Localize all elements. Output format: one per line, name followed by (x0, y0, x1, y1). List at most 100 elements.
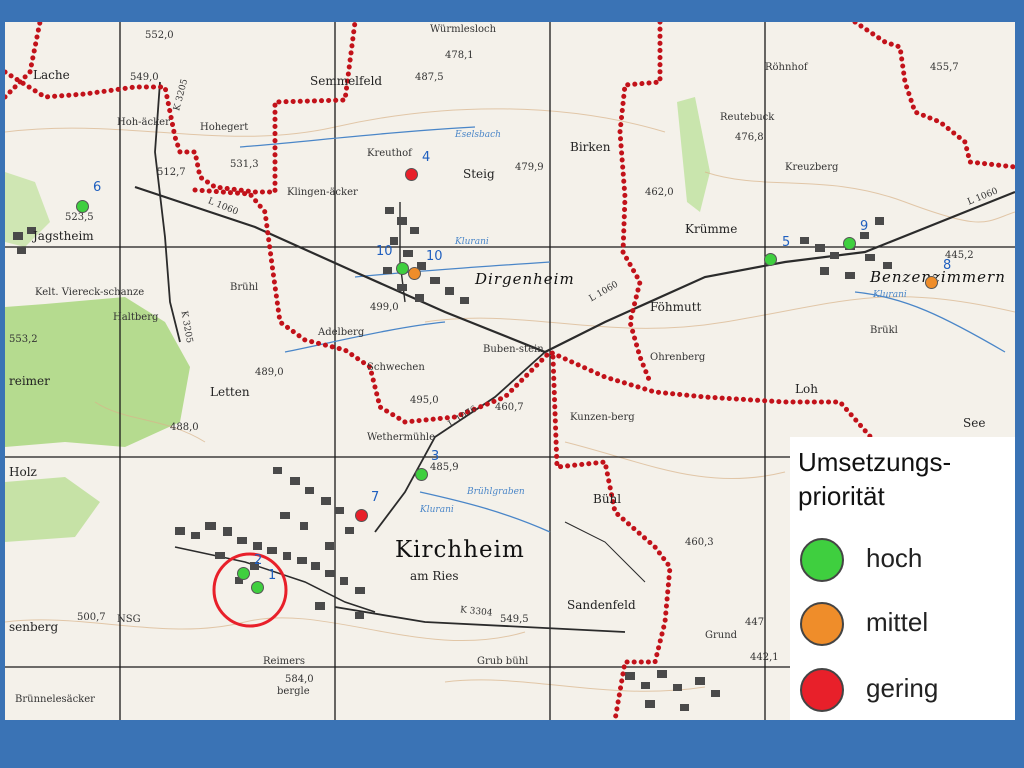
elevation-label: 460,3 (685, 537, 714, 548)
label-bubenstein: Buben-stein (483, 344, 544, 355)
elevation-label: 447 (745, 617, 765, 628)
water-label: Eselsbach (455, 130, 501, 140)
label-see: See (963, 416, 986, 430)
label-letten: Letten (210, 385, 250, 399)
site-4-dot[interactable] (405, 168, 418, 181)
label-kreuthof: Kreuthof (367, 148, 412, 159)
label-hohegert: Hohegert (200, 122, 249, 133)
label-steig: Steig (463, 167, 495, 181)
elevation-label: 455,7 (930, 62, 959, 73)
site-10b-number: 10 (426, 249, 443, 264)
elevation-label: 499,0 (370, 302, 399, 313)
legend-label-gering: gering (866, 673, 939, 703)
label-grub-buehl: Grub bühl (477, 656, 529, 667)
label-klingenaecker: Klingen-äcker (287, 187, 358, 198)
label-bergle: bergle (277, 686, 310, 697)
label-kruemme: Krümme (685, 222, 738, 236)
label-rohnhof: Röhnhof (765, 62, 808, 73)
site-2-dot[interactable] (237, 567, 250, 580)
elevation-label: 479,9 (515, 162, 544, 173)
legend-item-hoch: hoch (800, 535, 1000, 585)
elevation-label: 460,7 (495, 402, 524, 413)
priority-legend: Umsetzungs- priorität hoch mittel gering (790, 437, 1015, 720)
label-semmelfeld: Semmelfeld (310, 74, 383, 88)
label-fohmutt: Föhmutt (650, 300, 702, 314)
settlement-kirchheim (175, 467, 365, 619)
label-reutebuck: Reutebuck (720, 112, 775, 123)
site-1-dot[interactable] (251, 581, 264, 594)
label-reimer: reimer (9, 374, 50, 388)
forest-strip-north (677, 97, 710, 212)
legend-item-mittel: mittel (800, 599, 1000, 649)
legend-dot-mittel (800, 602, 844, 646)
elevation-label: 531,3 (230, 159, 259, 170)
elevation-label: 584,0 (285, 674, 314, 685)
legend-dot-hoch (800, 538, 844, 582)
label-holz: Holz (9, 465, 37, 479)
legend-title: Umsetzungs- priorität (798, 447, 952, 511)
label-schwechen: Schwechen (367, 362, 425, 373)
site-6-number: 6 (93, 180, 102, 195)
label-hohaecker: Hoh-äcker (117, 117, 170, 128)
legend-item-gering: gering (800, 665, 1000, 715)
site-6-dot[interactable] (76, 200, 89, 213)
label-ohrenberg: Ohrenberg (650, 352, 706, 363)
elevation-label: 488,0 (170, 422, 199, 433)
elevation-label: 476,8 (735, 132, 764, 143)
label-loh: Loh (795, 382, 818, 396)
label-brukl: Brükl (870, 325, 898, 336)
legend-label-hoch: hoch (866, 543, 923, 573)
elevation-label: 523,5 (65, 212, 94, 223)
site-5-number: 5 (782, 235, 791, 250)
label-nsg: NSG (117, 614, 141, 625)
label-jagstheim: Jagstheim (33, 229, 94, 243)
label-kirchheim: Kirchheim (395, 537, 525, 563)
water-label: Klurani (873, 290, 907, 300)
label-lache: Lache (33, 68, 70, 82)
site-8-number: 8 (943, 258, 952, 273)
label-sandenfeld: Sandenfeld (567, 598, 636, 612)
elevation-label: 495,0 (410, 395, 439, 406)
site-5-dot[interactable] (764, 253, 777, 266)
label-senberg: senberg (9, 620, 59, 634)
water-label: Klurani (455, 237, 489, 247)
legend-label-mittel: mittel (866, 607, 929, 637)
label-reimers: Reimers (263, 656, 305, 667)
legend-dot-gering (800, 668, 844, 712)
road-minor-south (564, 521, 646, 583)
elevation-label: 462,0 (645, 187, 674, 198)
label-dirgenheim: Dirgenheim (475, 270, 575, 288)
site-9-dot[interactable] (843, 237, 856, 250)
label-grund: Grund (705, 630, 738, 641)
elevation-label: 549,0 (130, 72, 159, 83)
site-7-dot[interactable] (355, 509, 368, 522)
site-9-number: 9 (860, 219, 869, 234)
label-wethermuehle: Wethermühle (367, 432, 436, 443)
label-kelt-viereck: Kelt. Viereck-schanze (35, 287, 145, 298)
label-am-ries: am Ries (410, 569, 459, 583)
site-1-number: 1 (268, 568, 277, 583)
forest-area-southwest (5, 477, 100, 542)
label-bruehl-w: Brühl (230, 282, 259, 293)
site-3-number: 3 (431, 449, 440, 464)
elevation-label: 552,0 (145, 30, 174, 41)
site-2-number: 2 (254, 553, 263, 568)
label-bruennelesaecker: Brünnelesäcker (15, 694, 95, 705)
elevation-label: 500,7 (77, 612, 106, 623)
settlements (13, 207, 892, 711)
site-10a-number: 10 (376, 244, 393, 259)
elevation-label: 487,5 (415, 72, 444, 83)
label-kunzenberg: Kunzen-berg (570, 412, 635, 423)
site-8-dot[interactable] (925, 276, 938, 289)
label-adelberg: Adelberg (318, 327, 365, 338)
elevation-label: 549,5 (500, 614, 529, 625)
label-buehl: Bühl (593, 492, 622, 506)
water-label: Brühlgraben (467, 487, 525, 497)
site-3-dot[interactable] (415, 468, 428, 481)
label-kreuzberg: Kreuzberg (785, 162, 839, 173)
site-10b-dot[interactable] (408, 267, 421, 280)
elevation-label: 478,1 (445, 50, 474, 61)
site-4-number: 4 (422, 150, 431, 165)
site-7-number: 7 (371, 490, 380, 505)
elevation-label: 442,1 (750, 652, 779, 663)
